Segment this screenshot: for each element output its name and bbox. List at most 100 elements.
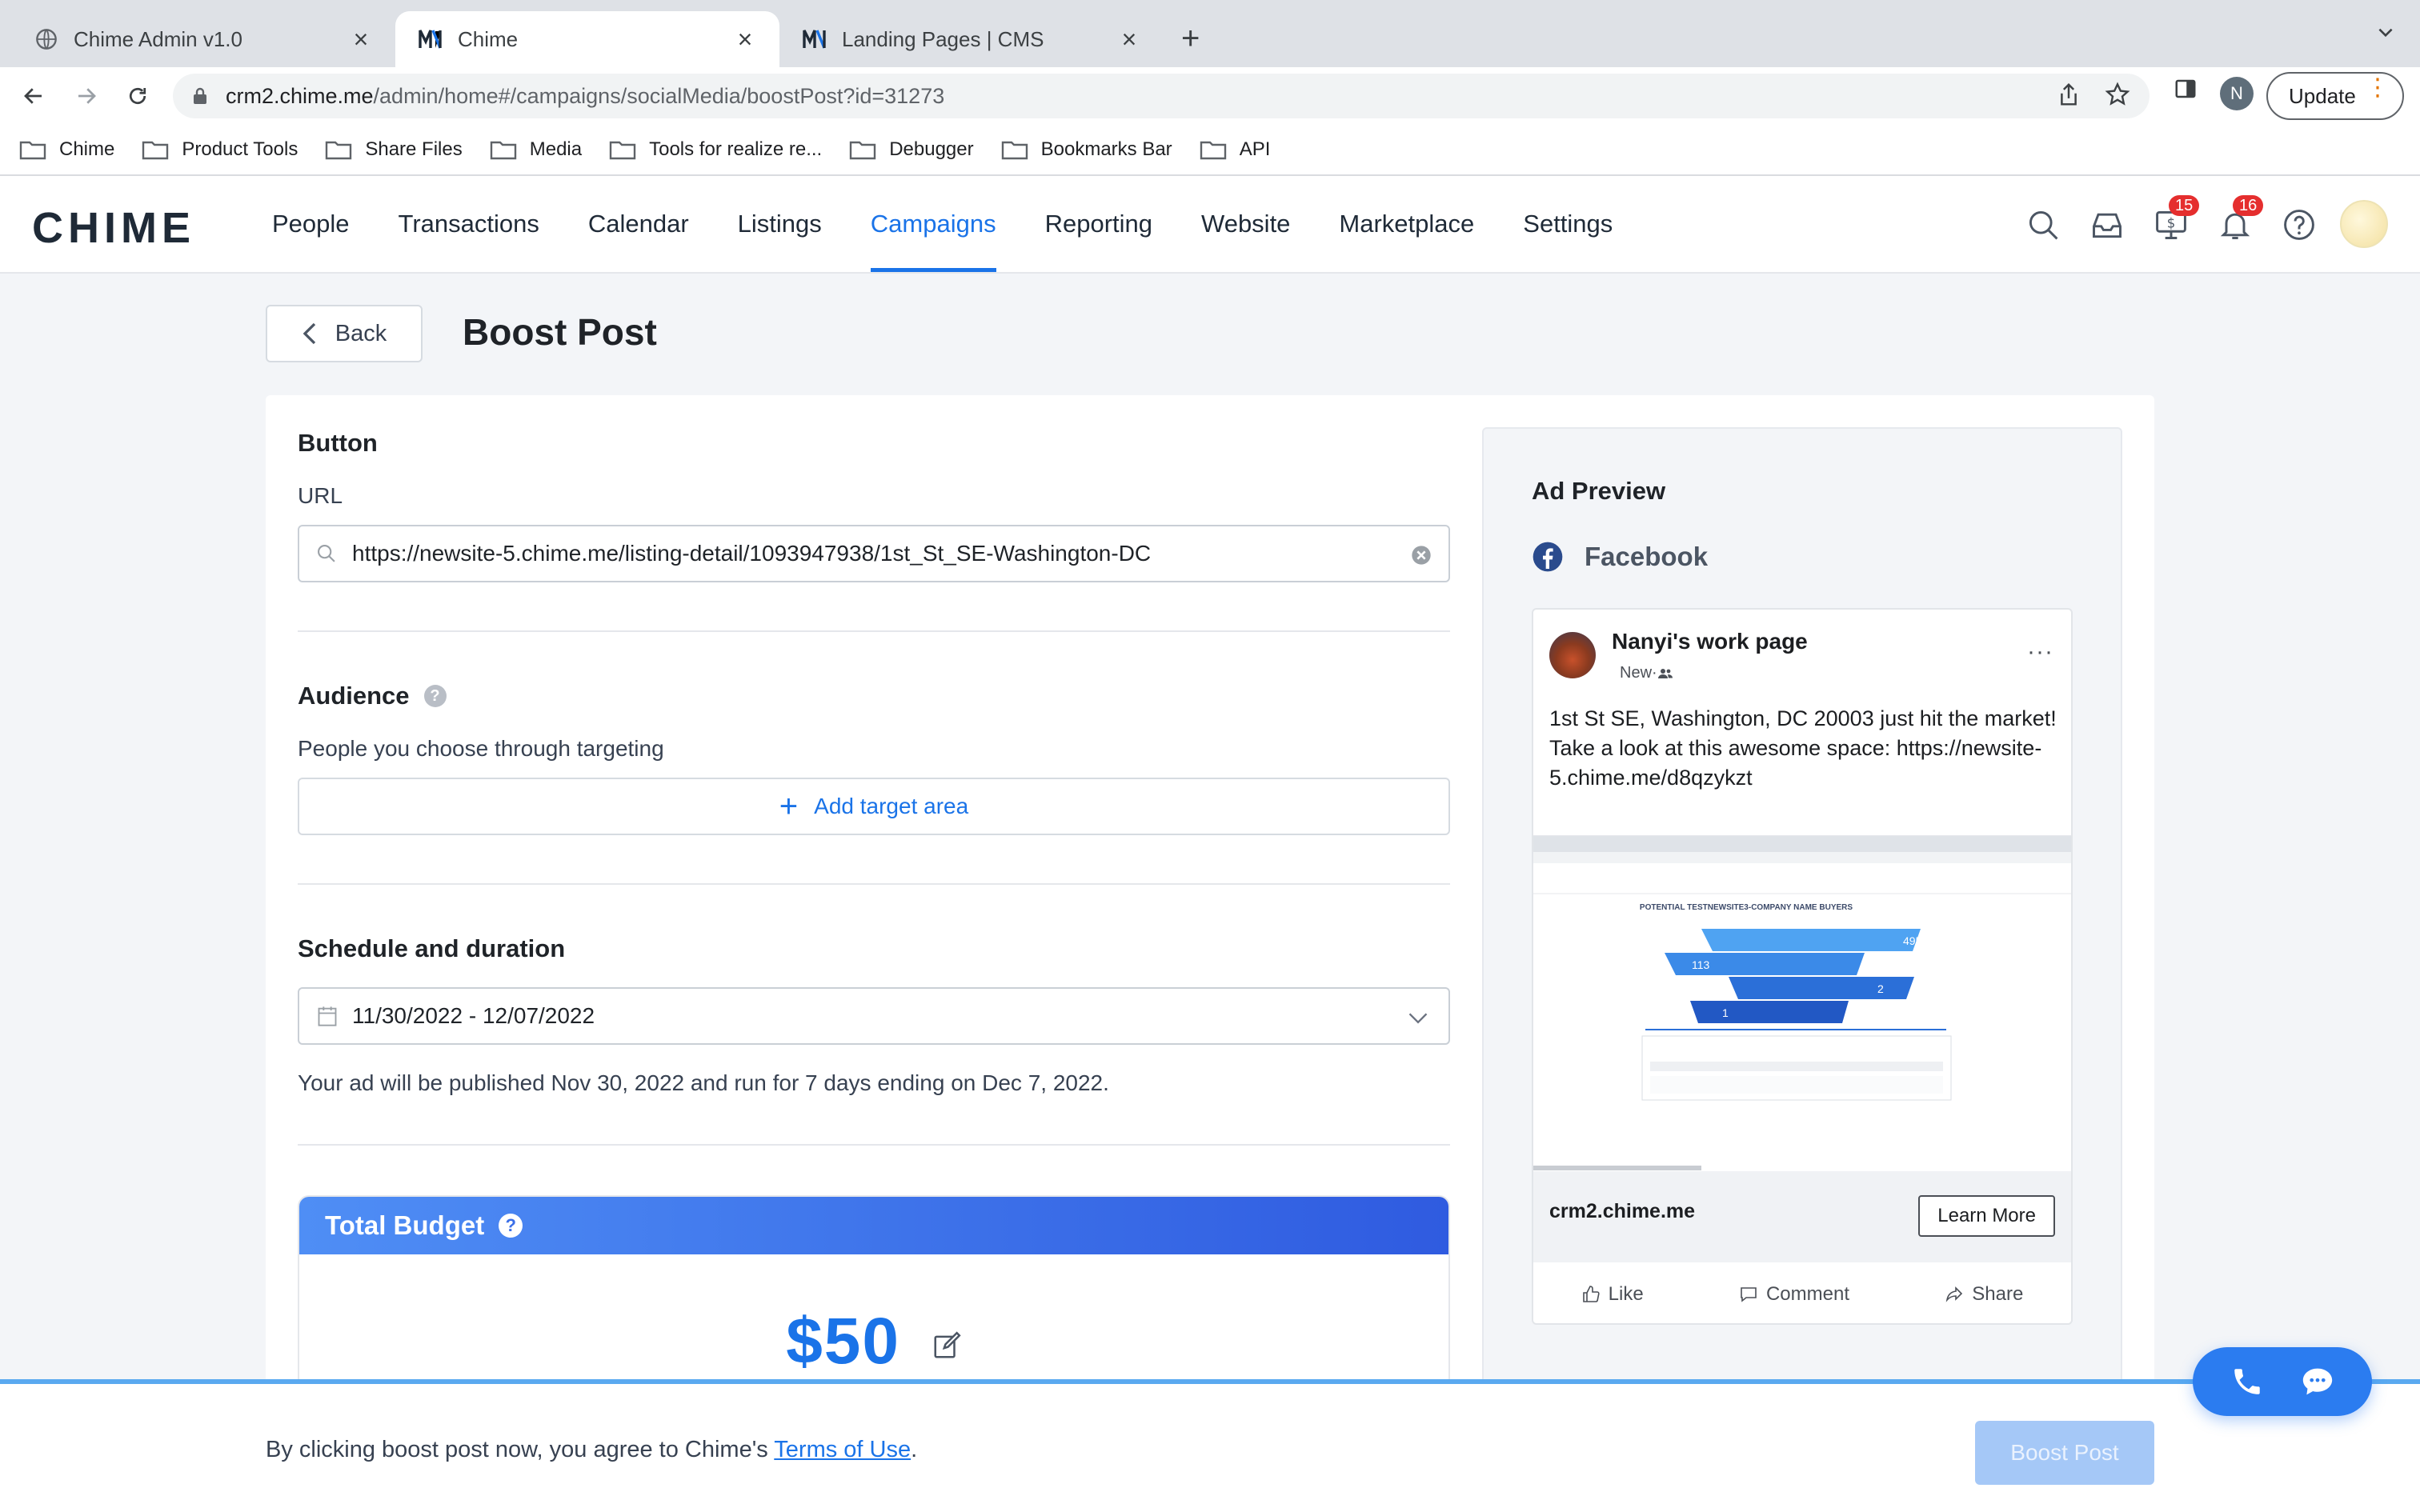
reload-icon[interactable]	[123, 82, 152, 110]
help-icon[interactable]: ?	[499, 1214, 523, 1238]
update-button[interactable]: Update ⋮	[2266, 72, 2404, 120]
nav-listings[interactable]: Listings	[738, 176, 822, 272]
folder-icon	[326, 141, 352, 160]
add-target-area-button[interactable]: + Add target area	[298, 778, 1450, 835]
tab-title: Chime Admin v1.0	[74, 26, 242, 51]
phone-icon[interactable]	[2230, 1365, 2264, 1398]
profile-avatar[interactable]: N	[2220, 77, 2254, 110]
share-icon[interactable]	[2057, 82, 2081, 107]
address-bar[interactable]: crm2.chime.me/admin/home#/campaigns/soci…	[173, 74, 2150, 118]
search-icon[interactable]	[2023, 205, 2063, 245]
like-action[interactable]: Like	[1581, 1283, 1644, 1306]
help-icon[interactable]: ?	[423, 685, 447, 707]
contact-widget	[2193, 1347, 2372, 1416]
bookmark-folder[interactable]: Share Files	[325, 138, 463, 161]
bookmark-folder[interactable]: Media	[490, 138, 582, 161]
comment-action[interactable]: Comment	[1739, 1283, 1849, 1306]
nav-website[interactable]: Website	[1201, 176, 1290, 272]
date-range-select[interactable]: 11/30/2022 - 12/07/2022	[298, 987, 1450, 1045]
bookmark-folder[interactable]: Debugger	[849, 138, 974, 161]
learn-more-button[interactable]: Learn More	[1918, 1195, 2055, 1237]
bell-icon[interactable]: 16	[2215, 195, 2264, 245]
browser-tab-landing-pages[interactable]: Landing Pages | CMS ×	[779, 11, 1164, 67]
nav-campaigns[interactable]: Campaigns	[870, 176, 996, 272]
close-icon[interactable]: ×	[349, 26, 373, 52]
lock-icon	[192, 86, 208, 106]
url-label: URL	[298, 483, 343, 508]
chime-m-icon	[418, 26, 443, 52]
bookmark-folder[interactable]: API	[1200, 138, 1270, 161]
back-arrow-icon[interactable]	[19, 82, 48, 110]
nav-reporting[interactable]: Reporting	[1045, 176, 1152, 272]
facebook-post-preview: Nanyi's work page New· ··· 1st St SE, Wa…	[1532, 608, 2073, 1325]
chime-logo[interactable]: CHIME	[32, 203, 195, 253]
platform-label: Facebook	[1532, 541, 1708, 573]
link-domain: crm2.chime.me	[1549, 1200, 1696, 1222]
audience-description: People you choose through targeting	[298, 736, 664, 761]
star-icon[interactable]	[2105, 82, 2130, 107]
funnel-value: 113	[1692, 958, 1710, 971]
transactions-badge: 15	[2169, 195, 2200, 216]
boost-footer: By clicking boost post now, you agree to…	[0, 1379, 2420, 1512]
terms-of-use-link[interactable]: Terms of Use	[774, 1437, 911, 1462]
close-icon[interactable]: ×	[733, 26, 757, 52]
app-header: CHIME People Transactions Calendar Listi…	[0, 176, 2420, 274]
folder-icon	[609, 141, 636, 160]
svg-text:$: $	[2167, 216, 2176, 231]
nav-settings[interactable]: Settings	[1523, 176, 1613, 272]
help-icon[interactable]	[2279, 205, 2319, 245]
bookmark-folder[interactable]: Tools for realize re...	[609, 138, 822, 161]
folder-icon	[19, 141, 46, 160]
chime-m-icon	[802, 26, 827, 52]
forward-arrow-icon[interactable]	[72, 82, 101, 110]
address-url: crm2.chime.me/admin/home#/campaigns/soci…	[226, 83, 945, 108]
bookmark-folder[interactable]: Bookmarks Bar	[1001, 138, 1172, 161]
edit-icon[interactable]	[932, 1330, 962, 1361]
chevron-left-icon	[302, 322, 315, 345]
nav-calendar[interactable]: Calendar	[588, 176, 689, 272]
ad-preview-heading: Ad Preview	[1532, 477, 1666, 505]
bookmark-folder[interactable]: Chime	[19, 138, 114, 161]
inbox-icon[interactable]	[2087, 205, 2127, 245]
tab-title: Landing Pages | CMS	[842, 26, 1044, 51]
post-actions: Like Comment Share	[1533, 1262, 2071, 1323]
comment-icon	[1741, 1287, 1757, 1302]
boost-post-button[interactable]: Boost Post	[1975, 1421, 2154, 1485]
nav-marketplace[interactable]: Marketplace	[1339, 176, 1474, 272]
url-field[interactable]: https://newsite-5.chime.me/listing-detai…	[298, 525, 1450, 582]
side-panel-icon[interactable]	[2174, 77, 2198, 101]
user-avatar[interactable]	[2340, 200, 2388, 248]
chevron-down-icon[interactable]	[2375, 22, 2396, 43]
chat-icon[interactable]	[2300, 1366, 2335, 1398]
bookmarks-bar: Chime Product Tools Share Files Media To…	[0, 125, 2420, 176]
friends-icon	[1657, 667, 1673, 680]
calendar-icon	[317, 1005, 338, 1027]
browser-tab-chime-admin[interactable]: Chime Admin v1.0 ×	[11, 11, 395, 67]
schedule-note: Your ad will be published Nov 30, 2022 a…	[298, 1070, 1109, 1095]
transactions-monitor-icon[interactable]: $ 15	[2151, 195, 2200, 245]
clear-icon[interactable]	[1410, 544, 1432, 566]
close-icon[interactable]: ×	[1117, 26, 1141, 52]
more-vert-icon: ⋮	[2366, 74, 2390, 101]
post-meta: New·	[1620, 664, 1673, 682]
folder-icon	[490, 141, 516, 160]
folder-icon	[142, 141, 169, 160]
more-options-icon[interactable]: ···	[2027, 638, 2053, 666]
page-avatar	[1549, 632, 1596, 678]
section-divider	[298, 630, 1450, 632]
browser-tab-chime[interactable]: Chime ×	[395, 11, 779, 67]
plus-icon: +	[779, 789, 799, 824]
nav-people[interactable]: People	[272, 176, 350, 272]
new-tab-plus-icon[interactable]: +	[1181, 21, 1200, 56]
browser-toolbar: crm2.chime.me/admin/home#/campaigns/soci…	[0, 67, 2420, 125]
bookmark-folder[interactable]: Product Tools	[142, 138, 298, 161]
share-action[interactable]: Share	[1945, 1283, 2023, 1306]
nav-transactions[interactable]: Transactions	[399, 176, 539, 272]
share-arrow-icon	[1946, 1286, 1963, 1302]
back-button[interactable]: Back	[266, 305, 423, 362]
chevron-down-icon	[1407, 1008, 1429, 1027]
terms-text: By clicking boost post now, you agree to…	[266, 1437, 918, 1462]
tab-title: Chime	[458, 26, 519, 51]
thumbs-up-icon	[1582, 1286, 1600, 1302]
link-preview-bar: crm2.chime.me Learn More	[1533, 1171, 2071, 1262]
